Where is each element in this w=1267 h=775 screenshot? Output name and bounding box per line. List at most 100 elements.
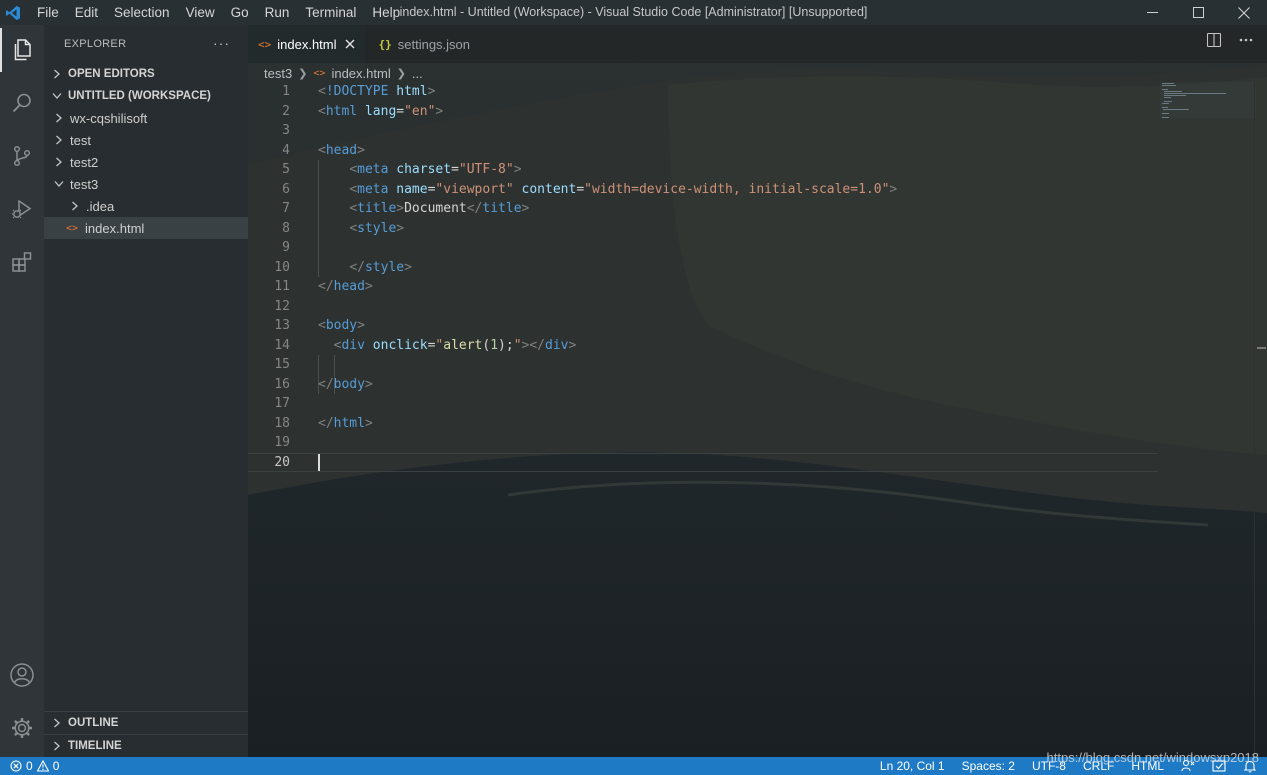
vertical-scrollbar[interactable] [1254, 82, 1267, 757]
line-number: 14 [274, 337, 290, 353]
chevron-right-icon [68, 201, 82, 211]
warning-icon [36, 760, 49, 772]
code-line: 10 </style> [248, 258, 1158, 278]
menu-run[interactable]: Run [257, 0, 298, 25]
maximize-icon [1192, 7, 1204, 18]
code-line: 19 [248, 433, 1158, 453]
menu-edit[interactable]: Edit [67, 0, 106, 25]
code-text: <html lang="en"> [318, 103, 444, 119]
accounts-icon[interactable] [0, 653, 44, 697]
code-text: <meta name="viewport" content="width=dev… [349, 181, 898, 197]
outline-section[interactable]: OUTLINE [44, 711, 248, 734]
tree-item-index-html[interactable]: <> index.html [44, 217, 248, 239]
code-text: </body> [318, 376, 373, 392]
text-cursor [318, 453, 320, 471]
editor-actions [1206, 32, 1253, 50]
indentation[interactable]: Spaces: 2 [962, 759, 1015, 773]
explorer-sidebar: EXPLORER ··· OPEN EDITORS UNTITLED (WORK… [44, 25, 248, 757]
code-line: 3 [248, 121, 1158, 141]
code-line: 9 [248, 238, 1158, 258]
close-icon [1238, 6, 1250, 19]
scrollbar-thumb[interactable] [1257, 347, 1266, 349]
timeline-label: TIMELINE [68, 740, 122, 752]
menu-help[interactable]: Help [364, 0, 408, 25]
code-line: 18 </html> [248, 414, 1158, 434]
line-number: 19 [274, 435, 290, 451]
code-line: 16 </body> [248, 375, 1158, 395]
line-number: 8 [282, 220, 290, 236]
tree-item-label: index.html [85, 220, 145, 236]
tree-item-idea[interactable]: .idea [44, 195, 248, 217]
code-line: 1 <!DOCTYPE html> [248, 82, 1158, 102]
title-bar: File Edit Selection View Go Run Terminal… [0, 0, 1267, 25]
menu-selection[interactable]: Selection [106, 0, 178, 25]
menu-view[interactable]: View [178, 0, 223, 25]
code-text: <body> [318, 318, 365, 334]
tab-label: index.html [277, 36, 337, 52]
code-text: <title>Document</title> [349, 201, 530, 217]
breadcrumb: test3 ❯ <> index.html ❯ ... [264, 63, 423, 83]
close-window-button[interactable] [1221, 0, 1267, 25]
menu-terminal[interactable]: Terminal [297, 0, 364, 25]
code-line: 17 [248, 394, 1158, 414]
code-line: 11 </head> [248, 277, 1158, 297]
chevron-right-icon [52, 157, 66, 167]
breadcrumb-file[interactable]: index.html [331, 66, 390, 81]
run-debug-icon[interactable] [0, 187, 44, 231]
code-text: <style> [349, 220, 405, 236]
chevron-right-icon [50, 69, 64, 79]
line-number: 17 [274, 396, 290, 412]
more-actions-icon[interactable]: ··· [213, 35, 230, 51]
line-number: 18 [274, 415, 290, 431]
extensions-icon[interactable] [0, 240, 44, 284]
menu-file[interactable]: File [29, 0, 67, 25]
timeline-section[interactable]: TIMELINE [44, 734, 248, 757]
maximize-button[interactable] [1175, 0, 1221, 25]
html-file-icon: <> [313, 67, 326, 79]
tree-item-label: .idea [86, 198, 115, 214]
json-file-icon: {} [378, 37, 392, 51]
split-editor-icon[interactable] [1206, 32, 1222, 50]
source-control-icon[interactable] [0, 134, 44, 178]
tree-item-test[interactable]: test [44, 129, 248, 151]
tab-label: settings.json [397, 36, 471, 52]
explorer-icon[interactable] [0, 28, 44, 72]
editor-area: <> index.html {} settings.json test3 ❯ <… [248, 25, 1267, 757]
code-line: 13 <body> [248, 316, 1158, 336]
tree-item-test2[interactable]: test2 [44, 151, 248, 173]
current-code-line: 20 [248, 452, 1158, 472]
code-line: 14 <div onclick="alert(1);"></div> [248, 336, 1158, 356]
code-line: 15 [248, 355, 1158, 375]
breadcrumb-folder[interactable]: test3 [264, 66, 292, 81]
open-editors-section[interactable]: OPEN EDITORS [44, 63, 248, 85]
chevron-right-icon [50, 741, 64, 751]
line-number: 6 [282, 181, 290, 197]
line-number: 7 [282, 201, 290, 217]
manage-gear-icon[interactable] [0, 706, 44, 750]
tab-index-html[interactable]: <> index.html [248, 25, 365, 63]
tab-settings-json[interactable]: {} settings.json [365, 25, 481, 63]
problems-indicator[interactable]: 0 0 [10, 759, 59, 773]
close-tab-icon[interactable] [345, 37, 355, 52]
minimap[interactable] [1160, 82, 1256, 118]
html-file-icon: <> [66, 222, 79, 234]
sidebar-title: EXPLORER ··· [44, 25, 248, 63]
menu-go[interactable]: Go [223, 0, 257, 25]
explorer-heading: EXPLORER [64, 38, 127, 50]
chevron-down-icon [50, 92, 64, 100]
error-icon [10, 760, 22, 772]
chevron-right-icon [52, 113, 66, 123]
code-text: <head> [318, 142, 365, 158]
breadcrumb-symbols[interactable]: ... [412, 66, 423, 81]
tree-item-test3[interactable]: test3 [44, 173, 248, 195]
tree-item-wx-cqshilisoft[interactable]: wx-cqshilisoft [44, 107, 248, 129]
workspace-section[interactable]: UNTITLED (WORKSPACE) [44, 85, 248, 107]
cursor-position[interactable]: Ln 20, Col 1 [880, 759, 945, 773]
chevron-right-icon [50, 718, 64, 728]
line-number: 4 [282, 142, 290, 158]
code-text: </html> [318, 415, 373, 431]
more-actions-icon[interactable] [1239, 33, 1253, 50]
tree-item-label: wx-cqshilisoft [70, 110, 148, 126]
minimize-button[interactable] [1129, 0, 1175, 25]
search-icon[interactable] [0, 81, 44, 125]
